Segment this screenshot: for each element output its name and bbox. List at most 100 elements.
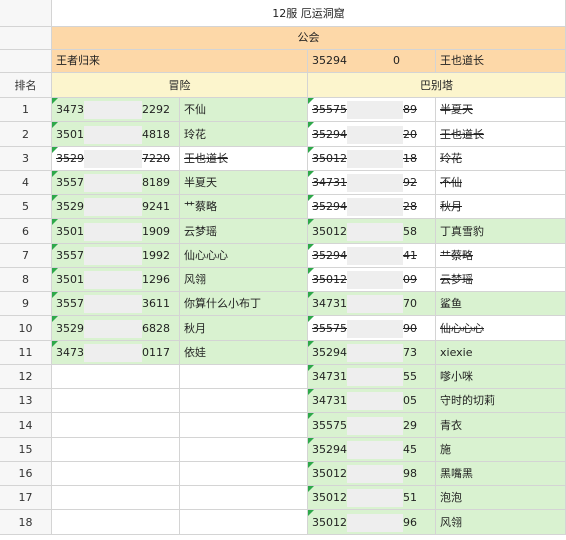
babel-name-cell[interactable]: 青衣 [436, 413, 566, 438]
adventure-name-cell[interactable]: 依娃 [180, 341, 308, 365]
row-rank[interactable]: 18 [0, 510, 52, 535]
row-rank[interactable]: 3 [0, 147, 52, 171]
babel-id-cell[interactable]: 34731 92 [308, 171, 436, 195]
babel-name-cell[interactable]: 云梦瑶 [436, 268, 566, 292]
adventure-id-cell[interactable]: 3529 6828 [52, 316, 180, 341]
row-rank[interactable]: 2 [0, 122, 52, 147]
redacted-blur [347, 126, 403, 144]
adventure-name-cell[interactable]: 不仙 [180, 98, 308, 122]
babel-name-cell[interactable]: 施 [436, 438, 566, 462]
babel-name-cell[interactable]: 秋月 [436, 195, 566, 219]
babel-id-cell[interactable]: 35294 20 [308, 122, 436, 147]
adventure-name-cell[interactable]: 玲花 [180, 122, 308, 147]
row-rank[interactable]: 1 [0, 98, 52, 122]
adventure-name-cell[interactable]: 云梦瑶 [180, 219, 308, 244]
babel-name-cell[interactable]: 王也道长 [436, 122, 566, 147]
row-rank[interactable]: 10 [0, 316, 52, 341]
row-rank[interactable]: 15 [0, 438, 52, 462]
row-rank[interactable]: 13 [0, 389, 52, 413]
adventure-id-cell[interactable]: 3501 1296 [52, 268, 180, 292]
adventure-id-cell[interactable] [52, 389, 180, 413]
babel-name-cell[interactable]: 艹蔡略 [436, 244, 566, 268]
row-rank[interactable]: 6 [0, 219, 52, 244]
row-rank[interactable]: 16 [0, 462, 52, 486]
adventure-name-cell[interactable]: 艹蔡略 [180, 195, 308, 219]
adventure-id-cell[interactable] [52, 510, 180, 535]
babel-id-cell[interactable]: 35294 41 [308, 244, 436, 268]
adventure-name-cell[interactable] [180, 365, 308, 389]
row-rank[interactable]: 9 [0, 292, 52, 316]
adventure-name-cell[interactable] [180, 486, 308, 510]
babel-id-start: 35012 [312, 516, 347, 529]
babel-name-cell[interactable]: 黑嘴黑 [436, 462, 566, 486]
babel-name-cell[interactable]: 风翎 [436, 510, 566, 535]
row-rank[interactable]: 17 [0, 486, 52, 510]
adventure-id-cell[interactable]: 3501 4818 [52, 122, 180, 147]
babel-id-cell[interactable]: 35012 09 [308, 268, 436, 292]
row-rank[interactable]: 14 [0, 413, 52, 438]
row-rank[interactable]: 7 [0, 244, 52, 268]
babel-id-cell[interactable]: 35575 89 [308, 98, 436, 122]
adventure-name-cell[interactable]: 王也道长 [180, 147, 308, 171]
adventure-id-cell[interactable]: 3473 0117 [52, 341, 180, 365]
babel-id-cell[interactable]: 35575 29 [308, 413, 436, 438]
adventure-name-cell[interactable]: 半夏天 [180, 171, 308, 195]
rank-header[interactable]: 排名 [0, 73, 52, 98]
sheet-title[interactable]: 12服 厄运洞窟 [52, 0, 566, 27]
babel-name-cell[interactable]: 鲨鱼 [436, 292, 566, 316]
babel-id-cell[interactable]: 34731 70 [308, 292, 436, 316]
adventure-name-cell[interactable] [180, 462, 308, 486]
adventure-name-cell[interactable]: 秋月 [180, 316, 308, 341]
babel-id-cell[interactable]: 34731 05 [308, 389, 436, 413]
adventure-id-cell[interactable]: 3529 7220 [52, 147, 180, 171]
babel-name-cell[interactable]: 守时的切莉 [436, 389, 566, 413]
adventure-name-cell[interactable] [180, 389, 308, 413]
adventure-name-cell[interactable] [180, 413, 308, 438]
guild-label[interactable]: 公会 [52, 27, 566, 50]
adventure-id-cell[interactable]: 3557 8189 [52, 171, 180, 195]
guild-right-name[interactable]: 王也道长 [436, 50, 566, 73]
adventure-id-cell[interactable] [52, 413, 180, 438]
adventure-id-cell[interactable]: 3529 9241 [52, 195, 180, 219]
adventure-id-cell[interactable]: 3501 1909 [52, 219, 180, 244]
babel-name-cell[interactable]: 丁真雪豹 [436, 219, 566, 244]
babel-name-cell[interactable]: 泡泡 [436, 486, 566, 510]
babel-name-cell[interactable]: 玲花 [436, 147, 566, 171]
babel-id-cell[interactable]: 34731 55 [308, 365, 436, 389]
babel-name-cell[interactable]: 仙心心心 [436, 316, 566, 341]
adventure-id-cell[interactable] [52, 462, 180, 486]
adventure-id-cell[interactable]: 3557 3611 [52, 292, 180, 316]
babel-id-cell[interactable]: 35294 45 [308, 438, 436, 462]
adventure-id-cell[interactable]: 3557 1992 [52, 244, 180, 268]
babel-header[interactable]: 巴别塔 [308, 73, 566, 98]
adventure-name-cell[interactable]: 你算什么小布丁 [180, 292, 308, 316]
adventure-id-cell[interactable]: 3473 2292 [52, 98, 180, 122]
babel-id-cell[interactable]: 35012 51 [308, 486, 436, 510]
adventure-id-cell[interactable] [52, 486, 180, 510]
row-rank[interactable]: 5 [0, 195, 52, 219]
babel-name-cell[interactable]: 嗲小咪 [436, 365, 566, 389]
babel-name-cell[interactable]: 不仙 [436, 171, 566, 195]
row-rank[interactable]: 4 [0, 171, 52, 195]
babel-id-cell[interactable]: 35294 28 [308, 195, 436, 219]
babel-id-cell[interactable]: 35012 58 [308, 219, 436, 244]
row-rank[interactable]: 8 [0, 268, 52, 292]
guild-right-id[interactable]: 35294 0 [308, 50, 436, 73]
guild-left-name[interactable]: 王者归来 [52, 50, 308, 73]
adventure-name-cell[interactable] [180, 438, 308, 462]
adventure-id-cell[interactable] [52, 365, 180, 389]
adventure-id-cell[interactable] [52, 438, 180, 462]
babel-id-cell[interactable]: 35012 98 [308, 462, 436, 486]
adventure-name-cell[interactable] [180, 510, 308, 535]
adventure-header[interactable]: 冒险 [52, 73, 308, 98]
row-rank[interactable]: 11 [0, 341, 52, 365]
babel-id-cell[interactable]: 35294 73 [308, 341, 436, 365]
row-rank[interactable]: 12 [0, 365, 52, 389]
babel-id-cell[interactable]: 35012 18 [308, 147, 436, 171]
adventure-name-cell[interactable]: 风翎 [180, 268, 308, 292]
babel-id-cell[interactable]: 35575 90 [308, 316, 436, 341]
adventure-name-cell[interactable]: 仙心心心 [180, 244, 308, 268]
babel-name-cell[interactable]: 半夏天 [436, 98, 566, 122]
babel-name-cell[interactable]: xiexie [436, 341, 566, 365]
babel-id-cell[interactable]: 35012 96 [308, 510, 436, 535]
